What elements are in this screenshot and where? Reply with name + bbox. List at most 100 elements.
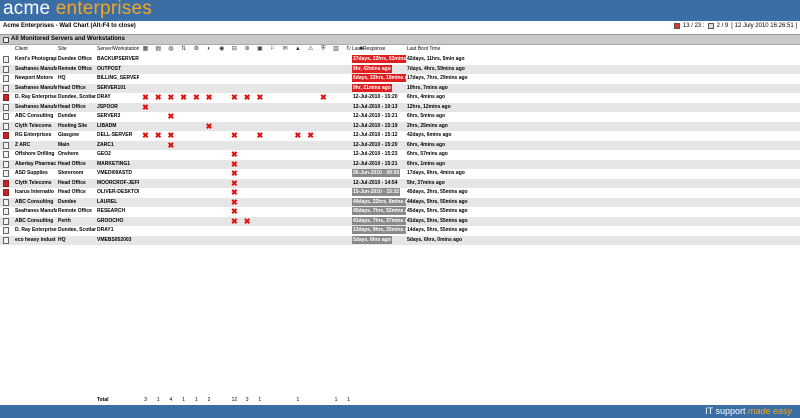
- client-name: Seafranes Manufa: [15, 65, 57, 72]
- table-row[interactable]: ABC Consulting Dundee SERVER3 ✖ 12-Jul-2010 …: [0, 112, 800, 121]
- last-response-cell: 12-Jul-2010 - 15:20: [352, 93, 406, 102]
- fail-icon[interactable]: ✖: [206, 94, 213, 102]
- fail-icon[interactable]: ✖: [167, 113, 175, 121]
- fail-icon[interactable]: ✖: [142, 103, 149, 111]
- col-server[interactable]: Server/Workstation: [97, 45, 139, 54]
- table-row[interactable]: Clyth Telecoms Head Office MOORCROF-JEFF ✖ 1…: [0, 178, 800, 188]
- computer-icon: [3, 113, 9, 120]
- fail-icon[interactable]: ✖: [231, 208, 238, 216]
- fail-icon[interactable]: ✖: [256, 132, 263, 140]
- computer-icon: [3, 208, 9, 215]
- fail-icon[interactable]: ✖: [167, 94, 175, 102]
- col-last-boot[interactable]: Last Boot Time: [407, 45, 487, 54]
- status-counts: 13 / 23 : 2 / 9 [ 12 July 2010 16:26:51 …: [673, 23, 797, 29]
- last-response: 5days, 6hrs ago: [352, 235, 392, 244]
- fail-icon[interactable]: ✖: [167, 141, 175, 149]
- last-response-cell: 9hr, 21mins ago: [352, 83, 406, 93]
- user-icon[interactable]: ☻: [358, 46, 365, 53]
- table-row[interactable]: Seafranes Manufa Head Office JSPOOR ✖ 12-Jul…: [0, 102, 800, 112]
- fail-icon[interactable]: ✖: [231, 94, 238, 102]
- table-row[interactable]: Icarus Internatio Head Office OLIVER-DESKT…: [0, 188, 800, 197]
- table-row[interactable]: ABC Consulting Perth GROOCHO ✖ ✖ 41days, 7hrs…: [0, 216, 800, 226]
- table-row[interactable]: eco heavy indust HQ VMEBS052003 5days, 6hrs…: [0, 235, 800, 248]
- tagline-part1: IT support: [705, 406, 748, 416]
- cpu-icon[interactable]: ▦: [142, 46, 149, 53]
- backup-icon[interactable]: ▣: [256, 46, 263, 53]
- fail-icon[interactable]: ✖: [231, 151, 238, 159]
- fail-icon[interactable]: ✖: [307, 132, 314, 140]
- table-row[interactable]: Seafranes Manufa Remote Office RESEARCH ✖ 45…: [0, 207, 800, 216]
- fail-icon[interactable]: ✖: [155, 94, 162, 102]
- table-row[interactable]: Abertay Pharmac Head Office MARKETING1 ✖ 12-…: [0, 159, 800, 169]
- client-name: Kent's Photograph: [15, 56, 57, 62]
- fail-icon[interactable]: ✖: [231, 217, 238, 225]
- last-response: 13days, 9hrs, 25mins a: [352, 226, 406, 234]
- table-row[interactable]: D. Ray EnterpriseDundee, ScotlandDRAY1 13…: [0, 226, 800, 235]
- fail-icon[interactable]: ✖: [244, 94, 251, 102]
- last-response: 12-Jul-2010 - 15:12: [353, 132, 398, 138]
- antivirus-icon[interactable]: ⊛: [244, 46, 251, 53]
- last-boot: 44days, 5hrs, 55mins ago: [407, 198, 468, 205]
- server-name: DRAY1: [97, 227, 114, 233]
- site-name: Head Office: [58, 189, 86, 195]
- site-name: Hosting Site: [58, 122, 88, 129]
- computer-icon: [3, 198, 9, 206]
- web-icon[interactable]: ◉: [218, 46, 225, 53]
- table-row[interactable]: Newport Motors HQ BILLING_SERVER 6days, 22h…: [0, 74, 800, 83]
- database-icon[interactable]: ▥: [333, 46, 340, 53]
- fail-icon[interactable]: ✖: [142, 132, 149, 140]
- fail-icon[interactable]: ✖: [231, 189, 238, 197]
- event-icon[interactable]: ⚐: [269, 46, 276, 53]
- col-site[interactable]: Site: [58, 45, 96, 54]
- alert-icon[interactable]: ▲: [294, 46, 301, 53]
- disk-icon[interactable]: ◍: [167, 46, 174, 53]
- table-row[interactable]: Seafranes Manufa Remote Office OUTPOST 9hr,…: [0, 64, 800, 74]
- row-status-icon: [3, 236, 10, 248]
- col-client[interactable]: Client: [15, 45, 57, 54]
- brand-logo: acme enterprises: [3, 0, 152, 20]
- fail-icon[interactable]: ✖: [231, 179, 238, 187]
- fail-icon[interactable]: ✖: [231, 170, 238, 178]
- service-icon[interactable]: ◐: [206, 46, 213, 53]
- fail-icon[interactable]: ✖: [167, 132, 175, 140]
- table-row[interactable]: D. Ray EnterpriseDundee, ScotlandDRAY ✖ ✖ ✖…: [0, 93, 800, 102]
- fail-icon[interactable]: ✖: [231, 198, 238, 206]
- fail-icon[interactable]: ✖: [180, 94, 187, 102]
- fail-icon[interactable]: ✖: [142, 94, 149, 102]
- site-name: HQ: [58, 236, 66, 243]
- fail-icon[interactable]: ✖: [231, 160, 238, 168]
- warning-icon[interactable]: ⚠: [307, 46, 314, 53]
- table-row[interactable]: RG Enterprises Glasgow DELL-SERVER ✖ ✖ ✖ ✖ ✖ ✖ ✖ 1…: [0, 131, 800, 140]
- client-name: Abertay Pharmac: [15, 160, 57, 167]
- fail-icon[interactable]: ✖: [155, 132, 162, 140]
- update-icon[interactable]: ↻: [345, 46, 352, 53]
- memory-icon[interactable]: ▤: [155, 46, 162, 53]
- table-row[interactable]: ABC Consulting Dundee LAUREL ✖ 44days, 22hrs…: [0, 197, 800, 207]
- process-icon[interactable]: ⚙: [193, 46, 200, 53]
- last-response: 37days, 22hrs, 53mins: [352, 55, 406, 63]
- fail-icon[interactable]: ✖: [244, 217, 251, 225]
- table-row[interactable]: Kent's Photograph Dundee Office BACKUPSERV…: [0, 55, 800, 64]
- printer-icon[interactable]: ⊟: [231, 46, 238, 53]
- table-row[interactable]: Clyth Telecoms Hosting Site LIBADM ✖ 12-Jul-…: [0, 121, 800, 131]
- fail-icon[interactable]: ✖: [294, 132, 302, 140]
- fail-icon[interactable]: ✖: [231, 132, 238, 140]
- table-row[interactable]: Z ARC Main ZARC1 ✖ 12-Jul-2010 - 15:20 6hrs, …: [0, 140, 800, 150]
- fail-icon[interactable]: ✖: [256, 94, 263, 102]
- fail-icon[interactable]: ✖: [206, 122, 213, 130]
- last-response-cell: 12-Jul-2010 - 15:19: [352, 122, 406, 131]
- site-name: Dundee, Scotland: [58, 227, 96, 233]
- table-row[interactable]: Seafranes Manufa Head Office SERVER101 9hr,…: [0, 83, 800, 93]
- table-row[interactable]: ASD Supplies Storeroom VMEDI09ASTD ✖ 26-Jun-…: [0, 169, 800, 178]
- fail-icon[interactable]: ✖: [320, 94, 327, 102]
- last-boot: 41days, 5hrs, 55mins ago: [407, 217, 468, 224]
- table-row[interactable]: Offshore Drilling Onshore GEO2 ✖ 12-Jul-2010…: [0, 150, 800, 159]
- workstation-count: 2 / 9: [716, 23, 729, 29]
- network-icon[interactable]: ⇅: [180, 46, 187, 53]
- server-name: OLIVER-DESKTOP: [97, 189, 139, 195]
- mail-icon[interactable]: ✉: [282, 46, 289, 53]
- server-name: DRAY: [97, 94, 111, 100]
- shield-icon[interactable]: ⛨: [320, 46, 327, 53]
- server-name: OUTPOST: [97, 65, 122, 72]
- fail-icon[interactable]: ✖: [193, 94, 200, 102]
